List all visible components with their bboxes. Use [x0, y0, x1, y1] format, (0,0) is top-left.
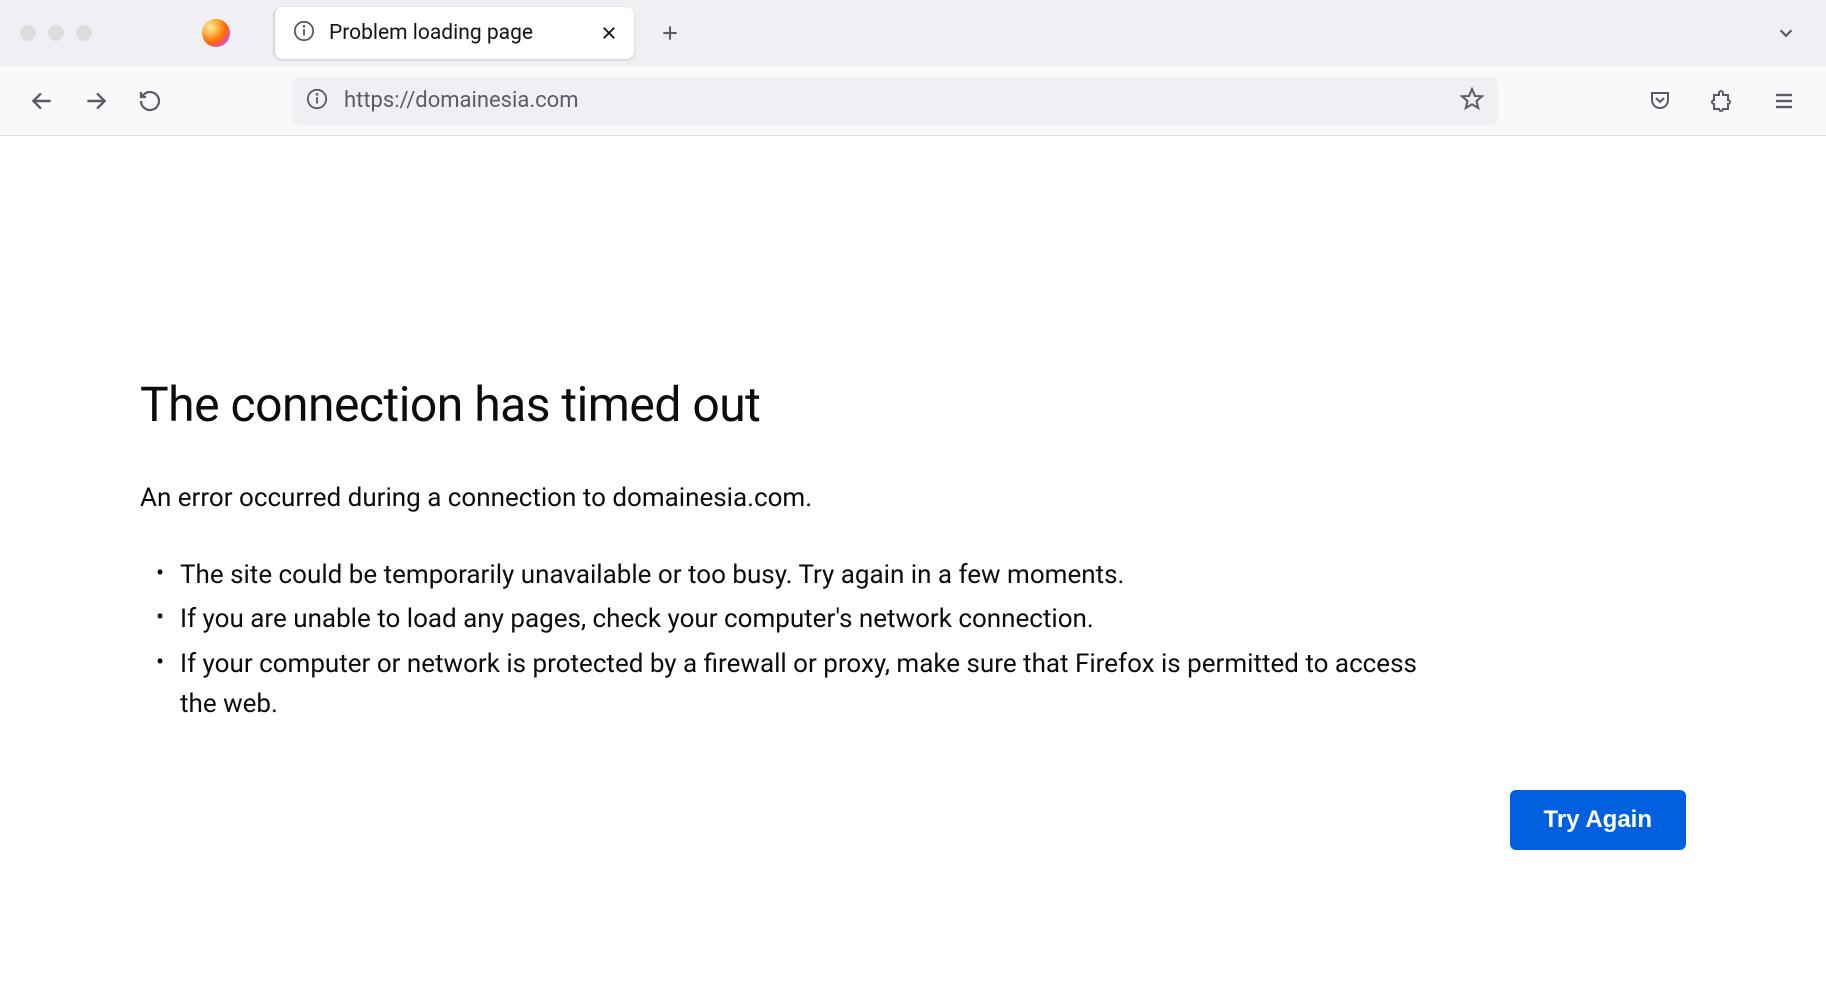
error-title: The connection has timed out [140, 376, 1420, 433]
close-tab-button[interactable] [598, 22, 620, 44]
error-subtitle: An error occurred during a connection to… [140, 483, 1420, 513]
window-close-dot[interactable] [20, 25, 36, 41]
list-item: The site could be temporarily unavailabl… [180, 555, 1420, 595]
list-item: If you are unable to load any pages, che… [180, 599, 1420, 639]
back-button[interactable] [20, 79, 64, 123]
extensions-button[interactable] [1700, 79, 1744, 123]
error-page-content: The connection has timed out An error oc… [0, 136, 1560, 724]
tab-title: Problem loading page [329, 21, 584, 45]
window-minimize-dot[interactable] [48, 25, 64, 41]
bookmark-star-icon[interactable] [1460, 87, 1484, 115]
save-to-pocket-button[interactable] [1638, 79, 1682, 123]
try-again-button[interactable]: Try Again [1510, 790, 1686, 850]
list-item: If your computer or network is protected… [180, 644, 1420, 725]
window-maximize-dot[interactable] [76, 25, 92, 41]
reload-button[interactable] [128, 79, 172, 123]
titlebar: Problem loading page [0, 0, 1826, 66]
info-icon [293, 20, 315, 46]
navigation-toolbar: https://domainesia.com [0, 66, 1826, 136]
firefox-logo-icon [202, 19, 230, 47]
new-tab-button[interactable] [654, 17, 686, 49]
url-text: https://domainesia.com [344, 88, 1444, 113]
site-info-icon[interactable] [306, 88, 328, 114]
error-suggestions-list: The site could be temporarily unavailabl… [140, 555, 1420, 724]
window-controls [20, 25, 92, 41]
app-menu-button[interactable] [1762, 79, 1806, 123]
url-bar[interactable]: https://domainesia.com [292, 77, 1498, 125]
browser-tab[interactable]: Problem loading page [274, 7, 634, 59]
forward-button[interactable] [74, 79, 118, 123]
tabs-list-button[interactable] [1770, 17, 1802, 49]
